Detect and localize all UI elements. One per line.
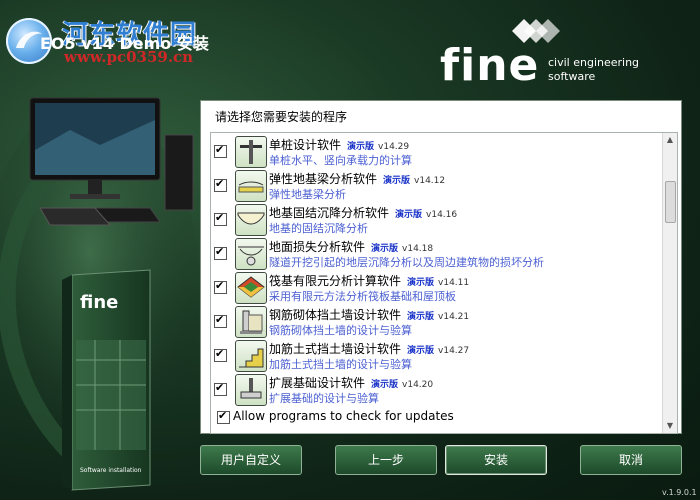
demo-badge: 演示版 (407, 278, 435, 288)
program-checkbox[interactable] (214, 313, 227, 328)
program-selection-panel: 请选择您需要安装的程序 单桩设计软件演示版v14.29 单桩水平、竖向承载力的计… (200, 100, 682, 434)
program-description: 单桩水平、竖向承载力的计算 (269, 154, 412, 167)
program-version: v14.20 (402, 380, 434, 390)
brand-tagline-1: civil engineering (548, 56, 640, 69)
program-description: 加筋土式挡土墙的设计与验算 (269, 358, 412, 371)
program-description: 扩展基础的设计与验算 (269, 392, 379, 405)
program-checkbox[interactable] (214, 279, 227, 294)
list-item: 地面损失分析软件演示版v14.18 隧道开挖引起的地层沉降分析以及周边建筑物的损… (211, 236, 661, 270)
program-title: 筏基有限元分析计算软件 (269, 274, 402, 288)
list-item: 弹性地基梁分析软件演示版v14.12 弹性地基梁分析 (211, 168, 661, 202)
product-illustration: fine Software installation (0, 97, 200, 491)
demo-badge: 演示版 (371, 380, 399, 390)
list-scrollbar[interactable]: ▲ ▼ (662, 133, 677, 433)
program-title: 钢筋砌体挡土墙设计软件 (269, 308, 402, 322)
program-checkbox[interactable] (214, 211, 227, 226)
program-version: v14.11 (438, 278, 470, 288)
box-caption: Software installation (80, 467, 142, 474)
program-title: 弹性地基梁分析软件 (269, 172, 378, 186)
scroll-up-arrow-icon[interactable]: ▲ (663, 133, 677, 147)
program-title: 地基固结沉降分析软件 (269, 206, 390, 220)
program-description: 隧道开挖引起的地层沉降分析以及周边建筑物的损坏分析 (269, 256, 544, 269)
brand-word: fine (440, 40, 540, 91)
settlement-icon (235, 204, 267, 236)
program-list-content: 单桩设计软件演示版v14.29 单桩水平、竖向承载力的计算 弹性地基梁分析软件演… (211, 133, 661, 433)
program-description: 弹性地基梁分析 (269, 188, 346, 201)
panel-header: 请选择您需要安装的程序 (215, 110, 348, 124)
box-logo-word: fine (80, 292, 118, 313)
back-button[interactable]: 上一步 (335, 445, 437, 475)
list-item: 地基固结沉降分析软件演示版v14.16 地基的固结沉降分析 (211, 202, 661, 236)
installer-version: v.1.9.0.1 (662, 488, 697, 497)
list-item: 单桩设计软件演示版v14.29 单桩水平、竖向承载力的计算 (211, 134, 661, 168)
brand-tagline-2: software (548, 70, 596, 83)
demo-badge: 演示版 (395, 210, 423, 220)
program-title: 地面损失分析软件 (269, 240, 366, 254)
program-description: 钢筋砌体挡土墙的设计与验算 (269, 324, 412, 337)
pile-icon (235, 136, 267, 168)
demo-badge: 演示版 (383, 176, 411, 186)
scroll-down-arrow-icon[interactable]: ▼ (663, 419, 677, 433)
raft-icon (235, 272, 267, 304)
program-title: 扩展基础设计软件 (269, 376, 366, 390)
tunnel-icon (235, 238, 267, 270)
program-checkbox[interactable] (214, 245, 227, 260)
program-title: 单桩设计软件 (269, 138, 342, 152)
program-list[interactable]: 单桩设计软件演示版v14.29 单桩水平、竖向承载力的计算 弹性地基梁分析软件演… (210, 132, 678, 434)
demo-badge: 演示版 (371, 244, 399, 254)
program-checkbox[interactable] (214, 177, 227, 192)
demo-badge: 演示版 (407, 346, 435, 356)
update-label: Allow programs to check for updates (233, 409, 454, 423)
program-version: v14.27 (438, 346, 470, 356)
program-checkbox[interactable] (214, 381, 227, 396)
list-item: 加筋土式挡土墙设计软件演示版v14.27 加筋土式挡土墙的设计与验算 (211, 338, 661, 372)
brand-logo: fine civil engineering software (440, 18, 640, 91)
program-checkbox[interactable] (214, 347, 227, 362)
program-version: v14.16 (426, 210, 458, 220)
install-button[interactable]: 安装 (445, 445, 547, 475)
program-version: v14.12 (414, 176, 446, 186)
custom-button[interactable]: 用户自定义 (200, 445, 302, 475)
program-version: v14.21 (438, 312, 470, 322)
list-item: 筏基有限元分析计算软件演示版v14.11 采用有限元方法分析筏板基础和屋顶板 (211, 270, 661, 304)
program-checkbox[interactable] (214, 143, 227, 158)
program-version: v14.18 (402, 244, 434, 254)
installer-window: fine Software installation 河东软件园 www.pc0… (0, 0, 700, 500)
program-title: 加筋土式挡土墙设计软件 (269, 342, 402, 356)
reinforced-wall-icon (235, 340, 267, 372)
scroll-thumb[interactable] (665, 181, 676, 223)
program-description: 采用有限元方法分析筏板基础和屋顶板 (269, 290, 456, 303)
beam-icon (235, 170, 267, 202)
spread-footing-icon (235, 374, 267, 406)
list-item: 扩展基础设计软件演示版v14.20 扩展基础的设计与验算 (211, 372, 661, 406)
masonry-wall-icon (235, 306, 267, 338)
demo-badge: 演示版 (347, 142, 375, 152)
list-item: 钢筋砌体挡土墙设计软件演示版v14.21 钢筋砌体挡土墙的设计与验算 (211, 304, 661, 338)
cancel-button[interactable]: 取消 (580, 445, 682, 475)
program-description: 地基的固结沉降分析 (269, 222, 368, 235)
demo-badge: 演示版 (407, 312, 435, 322)
update-checkbox[interactable] (217, 409, 230, 424)
program-version: v14.29 (378, 142, 410, 152)
window-title: EO5 v14 Demo 安装 (40, 34, 209, 53)
